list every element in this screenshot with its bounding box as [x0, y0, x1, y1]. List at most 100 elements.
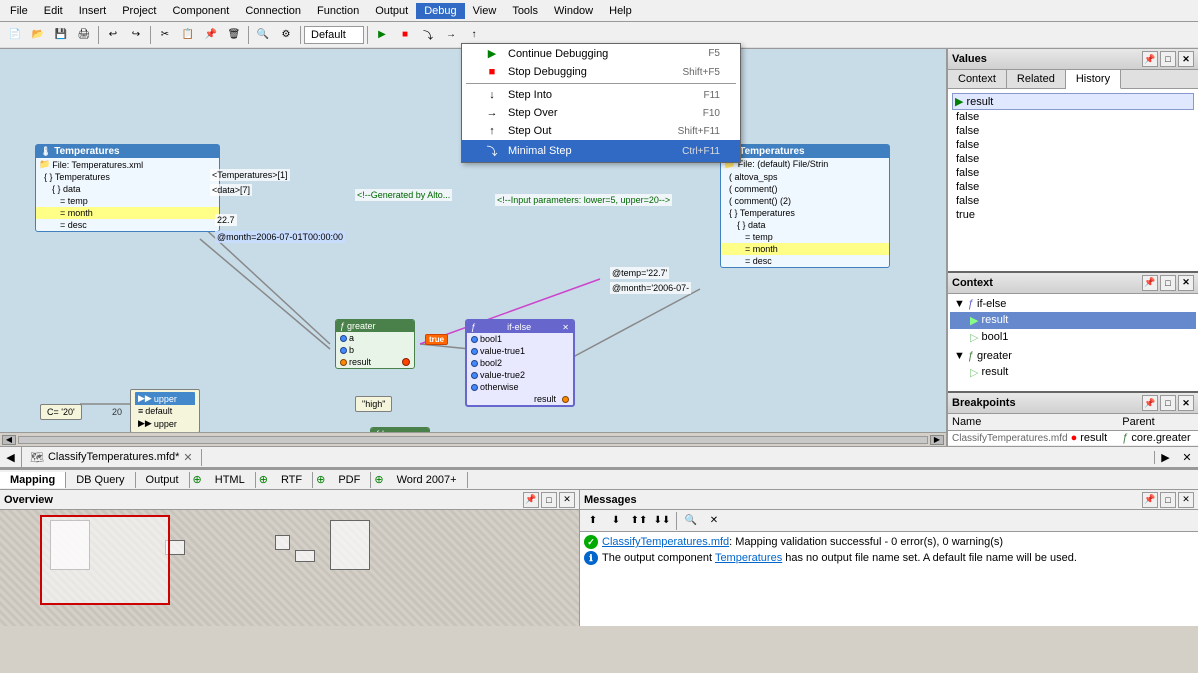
msg-file-link-2[interactable]: Temperatures — [715, 552, 782, 564]
msg-float-btn[interactable]: □ — [1160, 492, 1176, 508]
menu-debug[interactable]: Debug — [416, 3, 464, 19]
tb-print[interactable]: 🖨 — [73, 24, 95, 46]
breakpoints-pin-btn[interactable]: 📌 — [1142, 395, 1158, 411]
tb-open[interactable]: 📂 — [27, 24, 49, 46]
menu-output[interactable]: Output — [367, 3, 416, 19]
greater-expand[interactable]: ▼ — [954, 350, 965, 362]
msg-pin-btn[interactable]: 📌 — [1142, 492, 1158, 508]
tb-debug-stop[interactable]: ■ — [394, 24, 416, 46]
overview-close-btn[interactable]: ✕ — [559, 492, 575, 508]
breakpoints-float-btn[interactable]: □ — [1160, 395, 1176, 411]
tb-debug-over[interactable]: → — [440, 24, 462, 46]
msg-tb-btn3[interactable]: ⬆⬆ — [628, 510, 650, 532]
tb-debug-step[interactable]: ⤵ — [417, 24, 439, 46]
values-item-false3[interactable]: false — [952, 138, 1194, 152]
overview-canvas[interactable] — [0, 510, 579, 626]
menu-project[interactable]: Project — [114, 3, 164, 19]
values-close-btn[interactable]: ✕ — [1178, 51, 1194, 67]
bottom-tab-html[interactable]: HTML — [205, 472, 256, 488]
if-else-expand[interactable]: ▼ — [954, 298, 965, 310]
menu-connection[interactable]: Connection — [237, 3, 309, 19]
tb-cut[interactable]: ✂ — [154, 24, 176, 46]
msg-close-btn[interactable]: ✕ — [1178, 492, 1194, 508]
values-item-false5[interactable]: false — [952, 166, 1194, 180]
canvas-scrollbar[interactable]: ◀ ▶ — [0, 432, 946, 446]
high-const-node[interactable]: "high" — [355, 396, 392, 412]
menu-item-step-out[interactable]: ↑ Step Out Shift+F11 — [462, 122, 740, 140]
bottom-tab-word[interactable]: Word 2007+ — [387, 472, 468, 488]
msg-tb-clear[interactable]: ✕ — [703, 510, 725, 532]
tb-new[interactable]: 📄 — [4, 24, 26, 46]
if-else-node[interactable]: ƒ if-else ✕ bool1 value-true1 bool2 valu… — [465, 319, 575, 407]
tab-context[interactable]: Context — [948, 70, 1007, 88]
values-item-false4[interactable]: false — [952, 152, 1194, 166]
target-temperatures-node[interactable]: 🌡 Temperatures 📁 File: (default) File/St… — [720, 144, 890, 268]
values-pin-btn[interactable]: 📌 — [1142, 51, 1158, 67]
menu-component[interactable]: Component — [164, 3, 237, 19]
msg-file-link-1[interactable]: ClassifyTemperatures.mfd — [602, 536, 729, 548]
tb-paste[interactable]: 📌 — [200, 24, 222, 46]
overview-float-btn[interactable]: □ — [541, 492, 557, 508]
tab-related[interactable]: Related — [1007, 70, 1066, 88]
menu-item-stop[interactable]: ■ Stop Debugging Shift+F5 — [462, 63, 740, 81]
menu-item-minimal-step[interactable]: ⤵ Minimal Step Ctrl+F11 — [462, 140, 740, 162]
tb-settings[interactable]: ⚙ — [275, 24, 297, 46]
msg-tb-btn5[interactable]: 🔍 — [680, 510, 702, 532]
file-tab-classify[interactable]: 🗺 ClassifyTemperatures.mfd* ✕ — [22, 449, 202, 466]
menu-function[interactable]: Function — [309, 3, 367, 19]
const20-node[interactable]: C= '20' — [40, 404, 82, 420]
tb-redo[interactable]: ↪ — [125, 24, 147, 46]
scroll-bar[interactable] — [18, 436, 928, 444]
context-close-btn[interactable]: ✕ — [1178, 275, 1194, 291]
tb-debug-continue[interactable]: ▶ — [371, 24, 393, 46]
msg-tb-btn2[interactable]: ⬇ — [605, 510, 627, 532]
menu-item-step-over[interactable]: → Step Over F10 — [462, 104, 740, 122]
context-float-btn[interactable]: □ — [1160, 275, 1176, 291]
menu-file[interactable]: File — [2, 3, 36, 19]
tab-scroll-right[interactable]: ▶ — [1154, 451, 1176, 464]
tb-save[interactable]: 💾 — [50, 24, 72, 46]
values-item-false2[interactable]: false — [952, 124, 1194, 138]
bottom-tab-rtf[interactable]: RTF — [271, 472, 313, 488]
menu-window[interactable]: Window — [546, 3, 601, 19]
breakpoints-close-btn[interactable]: ✕ — [1178, 395, 1194, 411]
bottom-tabs: Mapping DB Query Output ⊕ HTML ⊕ RTF ⊕ P… — [0, 470, 1198, 490]
values-float-btn[interactable]: □ — [1160, 51, 1176, 67]
menu-help[interactable]: Help — [601, 3, 640, 19]
step-over-shortcut: F10 — [703, 108, 720, 119]
greater-port-b-dot — [340, 347, 347, 354]
scroll-right-btn[interactable]: ▶ — [930, 435, 944, 445]
overview-pin-btn[interactable]: 📌 — [523, 492, 539, 508]
source-temperatures-node[interactable]: 🌡 Temperatures 📁 File: Temperatures.xml … — [35, 144, 220, 232]
values-item-false7[interactable]: false — [952, 194, 1194, 208]
menu-view[interactable]: View — [465, 3, 505, 19]
bottom-tab-pdf[interactable]: PDF — [328, 472, 371, 488]
menu-item-step-into[interactable]: ↓ Step Into F11 — [462, 86, 740, 104]
bottom-tab-dbquery[interactable]: DB Query — [66, 472, 135, 488]
greater-node[interactable]: ƒ greater a b result — [335, 319, 415, 369]
menu-tools[interactable]: Tools — [504, 3, 546, 19]
context-pin-btn[interactable]: 📌 — [1142, 275, 1158, 291]
menu-edit[interactable]: Edit — [36, 3, 71, 19]
tab-scroll-left[interactable]: ◀ — [0, 446, 22, 468]
menu-insert[interactable]: Insert — [71, 3, 115, 19]
tb-copy[interactable]: 📋 — [177, 24, 199, 46]
tb-undo[interactable]: ↩ — [102, 24, 124, 46]
msg-tb-btn1[interactable]: ⬆ — [582, 510, 604, 532]
values-item-true[interactable]: true — [952, 208, 1194, 222]
msg-tb-btn4[interactable]: ⬇⬇ — [651, 510, 673, 532]
tab-close-btn[interactable]: ✕ — [1176, 451, 1198, 464]
bottom-tab-mapping[interactable]: Mapping — [0, 472, 66, 488]
menu-item-continue[interactable]: ▶ Continue Debugging F5 — [462, 44, 740, 63]
bp-row-1[interactable]: ClassifyTemperatures.mfd ● result ƒ core… — [948, 431, 1198, 446]
bottom-tab-output[interactable]: Output — [136, 472, 190, 488]
scroll-left-btn[interactable]: ◀ — [2, 435, 16, 445]
upper-node[interactable]: ▶▶ upper ≡ default ▶▶ upper — [130, 389, 200, 433]
file-tab-close[interactable]: ✕ — [183, 451, 192, 464]
tab-history[interactable]: History — [1066, 70, 1121, 89]
tb-delete[interactable]: 🗑 — [223, 24, 245, 46]
values-item-false1[interactable]: false — [952, 110, 1194, 124]
temperatures-ref-label: <Temperatures>[1] — [210, 169, 290, 181]
tb-search[interactable]: 🔍 — [252, 24, 274, 46]
values-item-false6[interactable]: false — [952, 180, 1194, 194]
